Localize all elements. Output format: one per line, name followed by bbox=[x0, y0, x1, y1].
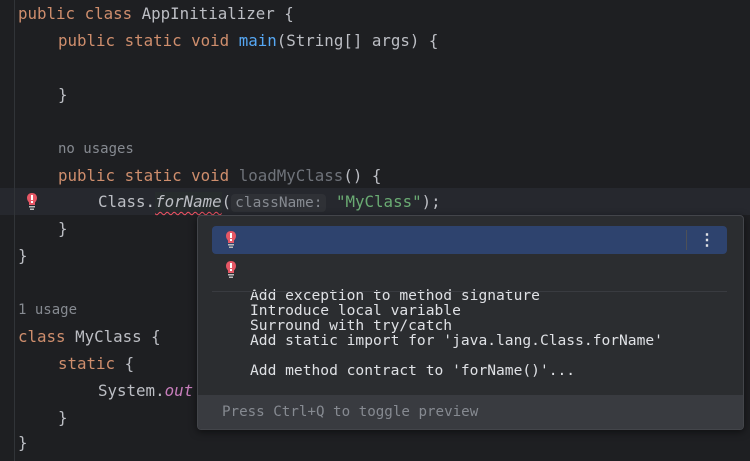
field-name: out bbox=[164, 381, 194, 400]
intention-surround-try-catch[interactable]: Surround with try/catch bbox=[212, 256, 727, 334]
class-name: MyClass { bbox=[75, 327, 161, 346]
item-label: Add method contract to 'forName()'... bbox=[250, 362, 576, 379]
intention-add-exception[interactable]: Add exception to method signature ⋮ bbox=[212, 226, 727, 304]
usage-hint[interactable]: 1 usage bbox=[18, 297, 77, 324]
keyword: public static void bbox=[58, 166, 239, 185]
intention-add-method-contract[interactable]: Add method contract to 'forName()'... bbox=[212, 357, 727, 385]
parameter-hint: className: bbox=[231, 194, 327, 212]
code-text: { bbox=[115, 354, 135, 373]
code-text: System. bbox=[98, 381, 165, 400]
code-line: Class.forName(className: "MyClass"); bbox=[98, 188, 441, 215]
error-method-call[interactable]: forName bbox=[155, 192, 222, 211]
code-line: } bbox=[18, 433, 28, 452]
code-line: public static void loadMyClass() { bbox=[58, 162, 381, 189]
intention-actions-popup: Add exception to method signature ⋮ Surr… bbox=[197, 215, 744, 430]
code-line: } bbox=[58, 408, 68, 427]
code-text: ( bbox=[221, 192, 232, 211]
string-literal: "MyClass" bbox=[336, 192, 422, 211]
code-text: (String[] args) { bbox=[276, 31, 439, 50]
class-name: AppInitializer { bbox=[141, 4, 294, 23]
error-bulb-icon bbox=[226, 261, 236, 278]
intention-introduce-variable[interactable]: Introduce local variable bbox=[212, 297, 727, 325]
keyword: class bbox=[18, 327, 76, 346]
code-text: () { bbox=[343, 166, 382, 185]
error-bulb-icon bbox=[226, 231, 236, 248]
more-options-icon[interactable]: ⋮ bbox=[686, 230, 727, 250]
item-label: Add static import for 'java.lang.Class.f… bbox=[250, 332, 663, 349]
method-name: loadMyClass bbox=[238, 166, 344, 185]
code-line: } bbox=[58, 219, 68, 238]
error-bulb-icon[interactable] bbox=[27, 193, 37, 211]
method-name: main bbox=[238, 31, 277, 50]
keyword: public class bbox=[18, 4, 142, 23]
separator bbox=[212, 291, 727, 292]
code-line: public static void main(String[] args) { bbox=[58, 27, 438, 54]
code-line: } bbox=[18, 246, 28, 265]
code-text: ); bbox=[421, 192, 441, 211]
code-line: } bbox=[58, 85, 68, 104]
code-line: static { bbox=[58, 350, 134, 377]
popup-footer-hint: Press Ctrl+Q to toggle preview bbox=[198, 395, 743, 429]
code-text: Class. bbox=[98, 192, 156, 211]
keyword: public static void bbox=[58, 31, 239, 50]
intention-add-static-import[interactable]: Add static import for 'java.lang.Class.f… bbox=[212, 327, 727, 355]
code-line: System.out bbox=[98, 377, 193, 404]
code-line: public class AppInitializer { bbox=[18, 0, 294, 27]
keyword: static bbox=[58, 354, 116, 373]
gutter-divider bbox=[14, 0, 15, 461]
item-label: Introduce local variable bbox=[250, 302, 461, 319]
usage-hint[interactable]: no usages bbox=[58, 136, 134, 163]
code-line: class MyClass { bbox=[18, 323, 161, 350]
